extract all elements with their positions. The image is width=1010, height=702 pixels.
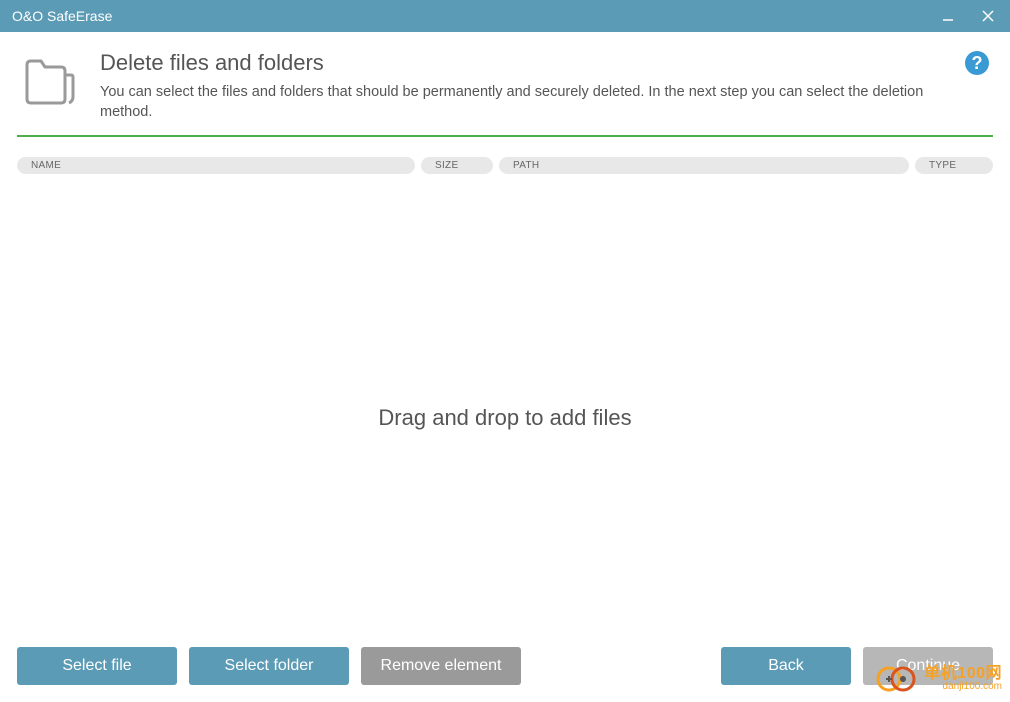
column-size[interactable]: SIZE bbox=[421, 157, 493, 174]
column-path[interactable]: PATH bbox=[499, 157, 909, 174]
page-title: Delete files and folders bbox=[100, 50, 944, 76]
page-subtitle: You can select the files and folders tha… bbox=[100, 82, 944, 123]
select-folder-button[interactable]: Select folder bbox=[189, 647, 349, 685]
page-header: Delete files and folders You can select … bbox=[0, 32, 1010, 135]
svg-text:?: ? bbox=[972, 53, 983, 73]
remove-element-button[interactable]: Remove element bbox=[361, 647, 521, 685]
column-name[interactable]: NAME bbox=[17, 157, 415, 174]
close-icon bbox=[982, 10, 994, 22]
table-header: NAME SIZE PATH TYPE bbox=[0, 137, 1010, 174]
minimize-icon bbox=[942, 10, 954, 22]
dropzone-text: Drag and drop to add files bbox=[378, 405, 631, 431]
back-button[interactable]: Back bbox=[721, 647, 851, 685]
content-area: Drag and drop to add files bbox=[0, 174, 1010, 662]
dropzone[interactable]: Drag and drop to add files bbox=[0, 174, 1010, 662]
folder-icon bbox=[20, 50, 80, 110]
minimize-button[interactable] bbox=[938, 6, 958, 26]
help-button[interactable]: ? bbox=[964, 50, 990, 76]
help-icon: ? bbox=[964, 50, 990, 76]
column-type[interactable]: TYPE bbox=[915, 157, 993, 174]
footer-spacer bbox=[533, 647, 709, 685]
close-button[interactable] bbox=[978, 6, 998, 26]
continue-button[interactable]: Continue bbox=[863, 647, 993, 685]
window-title: O&O SafeErase bbox=[12, 8, 938, 24]
select-file-button[interactable]: Select file bbox=[17, 647, 177, 685]
window-controls bbox=[938, 6, 998, 26]
footer: Select file Select folder Remove element… bbox=[0, 647, 1010, 702]
header-text: Delete files and folders You can select … bbox=[100, 50, 944, 123]
titlebar: O&O SafeErase bbox=[0, 0, 1010, 32]
